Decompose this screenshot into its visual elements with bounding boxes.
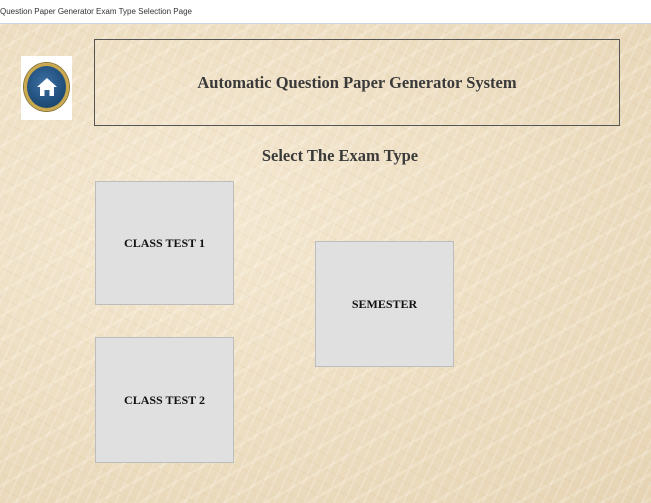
class-test-1-label: CLASS TEST 1 [124, 235, 205, 250]
class-test-1-button[interactable]: CLASS TEST 1 [95, 181, 234, 305]
app-title: Automatic Question Paper Generator Syste… [197, 72, 517, 92]
window-title-bar: Question Paper Generator Exam Type Selec… [0, 0, 651, 24]
header-banner: Automatic Question Paper Generator Syste… [94, 39, 620, 126]
class-test-2-button[interactable]: CLASS TEST 2 [95, 337, 234, 463]
main-canvas: Automatic Question Paper Generator Syste… [0, 24, 651, 503]
home-badge [24, 63, 69, 111]
home-icon [36, 78, 57, 96]
home-button[interactable] [21, 56, 72, 120]
class-test-2-label: CLASS TEST 2 [124, 392, 205, 407]
semester-label: SEMESTER [351, 296, 418, 311]
exam-type-prompt: Select The Exam Type [261, 146, 419, 165]
semester-button[interactable]: SEMESTER [315, 241, 454, 367]
window-title: Question Paper Generator Exam Type Selec… [0, 7, 192, 16]
